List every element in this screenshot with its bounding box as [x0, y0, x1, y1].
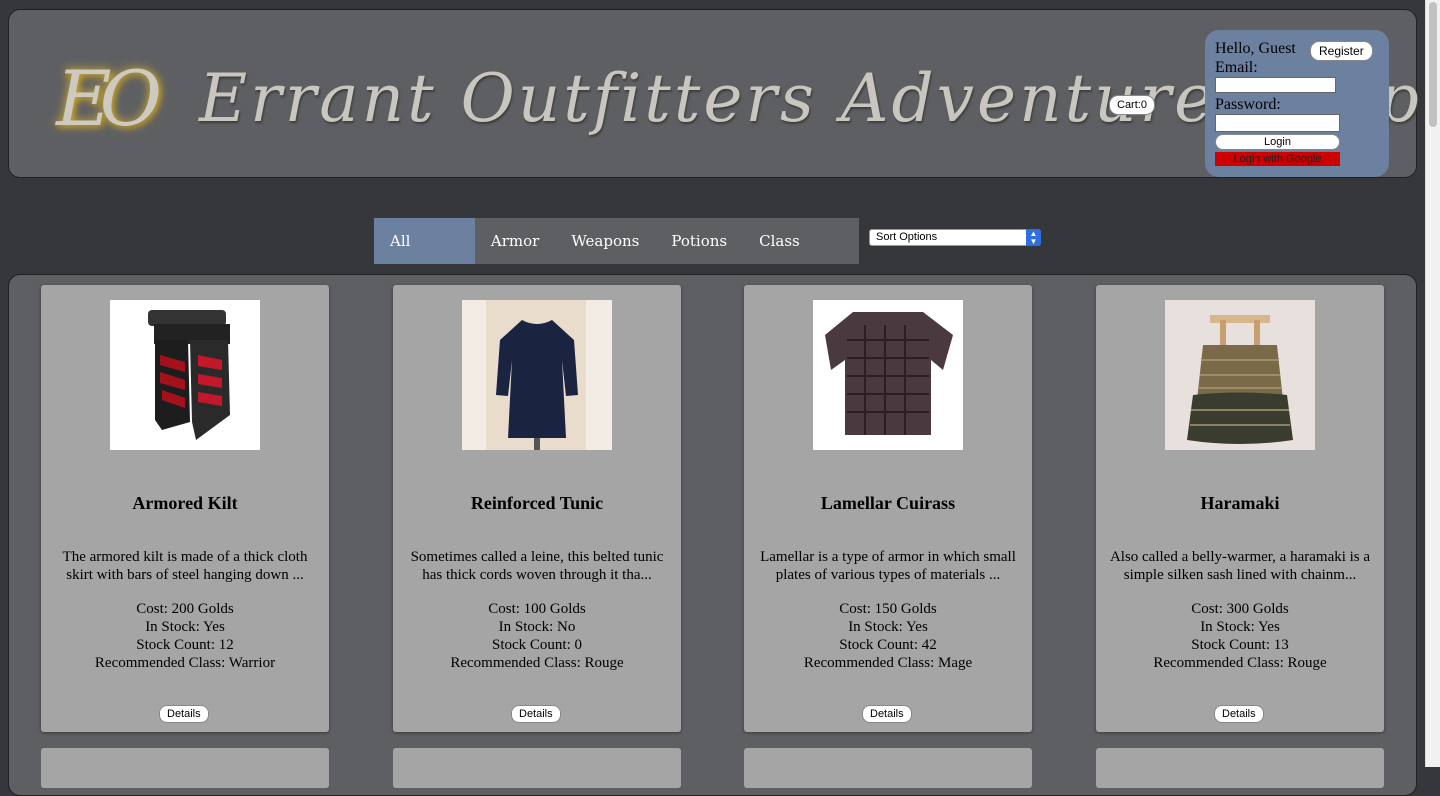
product-description: Also called a belly-warmer, a haramaki i… — [1109, 549, 1371, 583]
product-card-partial — [1096, 748, 1384, 788]
product-card: Haramaki Also called a belly-warmer, a h… — [1096, 285, 1384, 732]
site-header: EO Errant Outfitters Adventure Shop Cart… — [8, 9, 1422, 178]
product-in-stock: In Stock: Yes — [848, 619, 928, 635]
product-in-stock: In Stock: Yes — [1200, 619, 1280, 635]
product-stats: Cost: 100 Golds In Stock: No Stock Count… — [393, 600, 681, 672]
tab-potions[interactable]: Potions — [655, 218, 743, 264]
password-field[interactable] — [1215, 114, 1340, 132]
product-description: The armored kilt is made of a thick clot… — [62, 549, 308, 583]
password-label: Password: — [1215, 96, 1281, 113]
product-card-partial — [744, 748, 1032, 788]
product-stats: Cost: 200 Golds In Stock: Yes Stock Coun… — [41, 600, 329, 672]
shop-logo[interactable]: EO — [53, 50, 162, 146]
product-stock-count: Stock Count: 13 — [1191, 637, 1289, 653]
scrollbar-thumb[interactable] — [1429, 2, 1437, 127]
tab-armor[interactable]: Armor — [475, 218, 555, 264]
login-panel: Hello, Guest Register Email: Password: L… — [1205, 30, 1389, 177]
product-card: Lamellar Cuirass Lamellar is a type of a… — [744, 285, 1032, 732]
category-nav: All Products Armor Weapons Potions Class… — [374, 218, 859, 296]
details-button[interactable]: Details — [159, 705, 209, 723]
details-button[interactable]: Details — [1214, 705, 1264, 723]
product-name: Lamellar Cuirass — [820, 493, 956, 513]
shop-title: Errant Outfitters Adventure Shop — [199, 59, 1422, 137]
product-cost: Cost: 150 Golds — [839, 601, 937, 617]
email-field[interactable] — [1215, 77, 1336, 93]
sort-selected-value: Sort Options — [876, 231, 938, 243]
product-name: Reinforced Tunic — [470, 493, 604, 513]
product-description: Lamellar is a type of armor in which sma… — [760, 549, 1016, 583]
product-cost: Cost: 100 Golds — [488, 601, 586, 617]
product-stats: Cost: 150 Golds In Stock: Yes Stock Coun… — [744, 600, 1032, 672]
product-recommended-class: Recommended Class: Rouge — [450, 655, 624, 671]
product-card-partial — [393, 748, 681, 788]
login-button[interactable]: Login — [1215, 134, 1340, 150]
product-image-reinforced-tunic — [462, 300, 612, 450]
register-button[interactable]: Register — [1310, 41, 1373, 61]
product-card-partial — [41, 748, 329, 788]
product-name: Haramaki — [1200, 493, 1280, 513]
product-recommended-class: Recommended Class: Mage — [803, 655, 973, 671]
product-name: Armored Kilt — [132, 493, 238, 513]
tab-weapons[interactable]: Weapons — [555, 218, 655, 264]
product-cost: Cost: 300 Golds — [1191, 601, 1289, 617]
cart-button[interactable]: Cart:0 — [1109, 95, 1155, 115]
tab-all-products[interactable]: All Products — [374, 218, 475, 296]
details-button[interactable]: Details — [511, 705, 561, 723]
product-card: Reinforced Tunic Sometimes called a lein… — [393, 285, 681, 732]
tab-class-products[interactable]: Class Products — [743, 218, 859, 296]
google-login-button[interactable]: Login with Google — [1215, 152, 1340, 166]
product-image-haramaki — [1165, 300, 1315, 450]
product-stock-count: Stock Count: 0 — [491, 637, 582, 653]
product-image-armored-kilt — [110, 300, 260, 450]
product-cost: Cost: 200 Golds — [136, 601, 234, 617]
page-scrollbar[interactable] — [1425, 0, 1440, 767]
select-arrows-icon: ▲ ▼ — [1026, 229, 1041, 246]
product-in-stock: In Stock: Yes — [145, 619, 225, 635]
product-stock-count: Stock Count: 42 — [839, 637, 937, 653]
greeting-text: Hello, Guest — [1215, 40, 1296, 57]
product-description: Sometimes called a leine, this belted tu… — [410, 549, 664, 583]
details-button[interactable]: Details — [862, 705, 912, 723]
product-recommended-class: Recommended Class: Warrior — [94, 655, 276, 671]
sort-select[interactable]: Sort Options ▲ ▼ — [869, 229, 1041, 246]
product-stats: Cost: 300 Golds In Stock: Yes Stock Coun… — [1096, 600, 1384, 672]
product-in-stock: In Stock: No — [498, 619, 576, 635]
product-image-lamellar-cuirass — [813, 300, 963, 450]
product-card: Armored Kilt The armored kilt is made of… — [41, 285, 329, 732]
product-stock-count: Stock Count: 12 — [136, 637, 234, 653]
product-recommended-class: Recommended Class: Rouge — [1153, 655, 1327, 671]
email-label: Email: — [1215, 59, 1258, 76]
